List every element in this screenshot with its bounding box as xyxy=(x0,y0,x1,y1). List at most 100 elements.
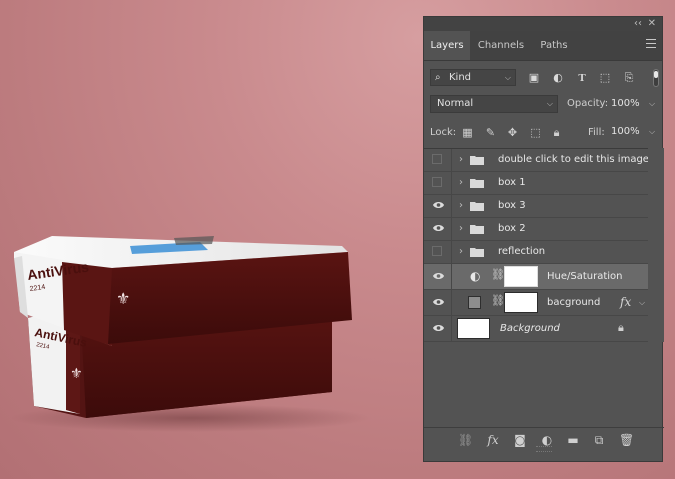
layer-row-group[interactable]: › double click to edit this image xyxy=(424,149,649,172)
layer-row-group[interactable]: › reflection xyxy=(424,241,648,264)
visibility-toggle[interactable] xyxy=(424,241,452,263)
layer-row-group[interactable]: › box 3 xyxy=(424,195,648,218)
layers-panel: ‹‹ ✕ Layers Channels Paths ⌕ Kind ⌵ ▣ ◐ … xyxy=(423,16,664,462)
layer-name: bacground xyxy=(547,297,601,308)
fill-label: Fill: xyxy=(588,127,605,138)
folder-icon xyxy=(470,202,484,211)
visibility-toggle[interactable] xyxy=(424,316,452,341)
link-chain-icon[interactable]: ⛓ xyxy=(491,268,505,281)
blend-mode-select[interactable]: Normal ⌵ xyxy=(430,95,558,113)
search-icon: ⌕ xyxy=(435,72,441,83)
layer-thumbnail[interactable] xyxy=(457,318,490,339)
layer-name: reflection xyxy=(498,246,546,257)
smart-object-filter-icon[interactable]: ⎘ xyxy=(623,72,635,84)
panel-tabs: Layers Channels Paths xyxy=(424,31,662,61)
new-layer-icon[interactable]: ⧉ xyxy=(592,433,606,447)
eye-icon xyxy=(433,273,444,279)
layer-row-adjustment[interactable]: ◐ ⛓ Hue/Saturation xyxy=(424,264,648,290)
hidden-visibility-box xyxy=(432,177,442,187)
layer-name: box 3 xyxy=(498,200,526,211)
layer-name: box 1 xyxy=(498,177,526,188)
tab-paths[interactable]: Paths xyxy=(532,31,576,60)
lock-all-icon[interactable]: 🔒︎ xyxy=(550,126,563,139)
eye-icon xyxy=(433,299,444,305)
expand-arrow-icon[interactable]: › xyxy=(459,246,463,257)
adjustment-layer-icon: ◐ xyxy=(470,269,481,283)
eye-icon xyxy=(433,325,444,331)
delete-layer-icon[interactable]: 🗑︎ xyxy=(619,433,634,447)
expand-arrow-icon[interactable]: › xyxy=(459,223,463,234)
filter-kind-label: Kind xyxy=(449,72,472,83)
layer-list: › double click to edit this image › box … xyxy=(424,148,664,343)
layer-row-group[interactable]: › box 1 xyxy=(424,172,648,195)
panel-titlebar: ‹‹ ✕ xyxy=(424,17,662,31)
layer-mask-thumbnail[interactable] xyxy=(504,292,538,313)
shape-filter-icon[interactable]: ⬚ xyxy=(599,72,611,84)
lock-position-icon[interactable]: ✥ xyxy=(506,126,519,139)
opacity-dropdown-icon[interactable]: ⌵ xyxy=(649,95,655,113)
blend-mode-value: Normal xyxy=(437,98,474,109)
layer-list-scrollbar[interactable] xyxy=(648,148,664,342)
visibility-toggle[interactable] xyxy=(424,149,452,171)
chevron-down-icon: ⌵ xyxy=(546,99,553,108)
folder-icon xyxy=(470,225,484,234)
expand-arrow-icon[interactable]: › xyxy=(459,200,463,211)
opacity-input[interactable]: 100% xyxy=(611,95,640,113)
layer-row-group[interactable]: › box 2 xyxy=(424,218,648,241)
fill-input[interactable]: 100% xyxy=(611,123,640,141)
layer-row-fill[interactable]: ⛓ bacground fx ⌵ xyxy=(424,290,648,316)
chevron-down-icon[interactable]: ⌵ xyxy=(639,298,645,308)
opacity-label: Opacity: xyxy=(567,98,609,109)
lock-label: Lock: xyxy=(430,127,457,138)
lock-icon: 🔒︎ xyxy=(618,321,624,334)
hidden-visibility-box xyxy=(432,246,442,256)
lock-artboard-icon[interactable]: ⬚ xyxy=(529,126,542,139)
close-panel-icon[interactable]: ✕ xyxy=(648,17,656,31)
eye-icon xyxy=(433,225,444,231)
fx-icon[interactable]: fx xyxy=(486,433,500,447)
panel-bottom-toolbar: ⛓ fx ◙ ◐ ▬ ⧉ 🗑︎ xyxy=(424,427,664,453)
visibility-toggle[interactable] xyxy=(424,264,452,289)
tab-layers[interactable]: Layers xyxy=(424,31,470,60)
lock-paint-icon[interactable]: ✎ xyxy=(484,126,497,139)
visibility-toggle[interactable] xyxy=(424,290,452,315)
folder-icon xyxy=(470,179,484,188)
layer-mask-thumbnail[interactable] xyxy=(504,266,538,287)
collapse-panel-icon[interactable]: ‹‹ xyxy=(634,17,642,31)
expand-arrow-icon[interactable]: › xyxy=(459,154,463,165)
image-filter-icon[interactable]: ▣ xyxy=(528,72,540,84)
visibility-toggle[interactable] xyxy=(424,218,452,240)
fleur-de-lis-logo-icon: ⚜ xyxy=(116,289,130,308)
fleur-de-lis-logo-icon: ⚜ xyxy=(70,366,83,382)
link-layers-icon[interactable]: ⛓ xyxy=(458,433,473,447)
solid-color-fill-icon[interactable] xyxy=(468,296,481,309)
layer-name: box 2 xyxy=(498,223,526,234)
visibility-toggle[interactable] xyxy=(424,172,452,194)
lock-row: Lock: ▦ ✎ ✥ ⬚ 🔒︎ Fill: 100% ⌵ xyxy=(424,122,664,146)
visibility-toggle[interactable] xyxy=(424,195,452,217)
layer-row-background[interactable]: Background 🔒︎ xyxy=(424,316,648,342)
panel-menu-icon[interactable] xyxy=(646,39,656,48)
type-filter-icon[interactable]: T xyxy=(576,72,588,84)
link-chain-icon[interactable]: ⛓ xyxy=(491,294,505,307)
layer-name: Background xyxy=(500,323,560,334)
expand-arrow-icon[interactable]: › xyxy=(459,177,463,188)
filter-row: ⌕ Kind ⌵ ▣ ◐ T ⬚ ⎘ xyxy=(424,63,664,91)
lock-transparent-icon[interactable]: ▦ xyxy=(461,126,474,139)
filter-kind-select[interactable]: ⌕ Kind ⌵ xyxy=(430,69,516,86)
tab-channels[interactable]: Channels xyxy=(474,31,528,60)
layer-name: double click to edit this image xyxy=(498,154,649,165)
fill-dropdown-icon[interactable]: ⌵ xyxy=(649,123,655,141)
filter-toggle-switch[interactable] xyxy=(653,69,659,87)
product-boxes-image: AntiVirus 2214 AntiVirus 2214 ⚜ ⚜ xyxy=(0,0,420,479)
new-adjustment-icon[interactable]: ◐ xyxy=(540,433,554,447)
panel-resize-grip[interactable] xyxy=(536,446,552,452)
layer-effects-icon[interactable]: fx xyxy=(620,295,631,309)
adjustment-filter-icon[interactable]: ◐ xyxy=(552,72,564,84)
eye-icon xyxy=(433,202,444,208)
layer-name: Hue/Saturation xyxy=(547,271,623,282)
new-group-icon[interactable]: ▬ xyxy=(566,433,580,447)
add-mask-icon[interactable]: ◙ xyxy=(513,433,527,447)
folder-icon xyxy=(470,156,484,165)
blend-row: Normal ⌵ Opacity: 100% ⌵ xyxy=(424,95,664,117)
